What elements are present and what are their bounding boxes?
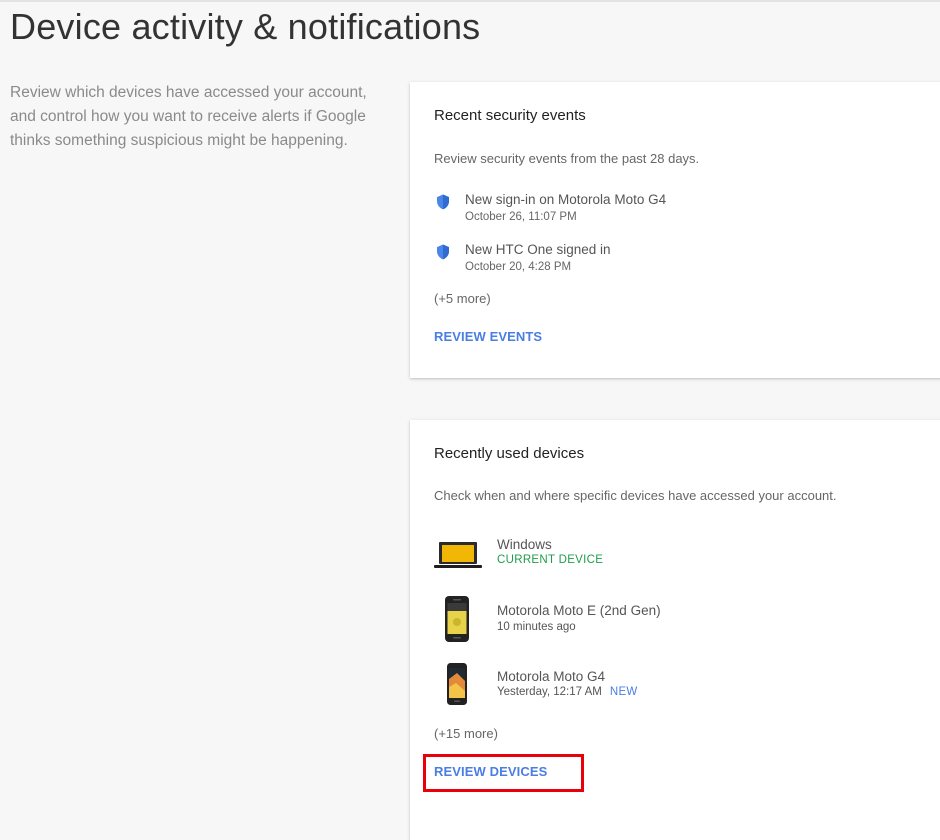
page-title: Device activity & notifications xyxy=(10,6,481,47)
security-card-description: Review security events from the past 28 … xyxy=(434,151,700,166)
highlight-box xyxy=(423,754,584,792)
current-device-badge: CURRENT DEVICE xyxy=(497,554,604,566)
security-card-title: Recent security events xyxy=(434,107,586,124)
top-divider xyxy=(0,0,940,2)
event-title: New sign-in on Motorola Moto G4 xyxy=(465,192,667,207)
security-event-item[interactable]: New HTC One signed in October 20, 4:28 P… xyxy=(434,242,834,278)
phone-icon xyxy=(447,663,467,705)
phone-icon xyxy=(445,596,469,642)
security-events-card: Recent security events Review security e… xyxy=(410,82,940,378)
devices-card-description: Check when and where specific devices ha… xyxy=(434,488,837,503)
device-last-used-time: Yesterday, 12:17 AM xyxy=(497,686,602,698)
device-name: Windows xyxy=(497,537,552,552)
device-item-moto-g4[interactable]: Motorola Moto G4 Yesterday, 12:17 AM NEW xyxy=(434,662,934,712)
security-event-item[interactable]: New sign-in on Motorola Moto G4 October … xyxy=(434,192,834,228)
device-item-windows[interactable]: Windows CURRENT DEVICE xyxy=(434,536,934,586)
page-intro: Review which devices have accessed your … xyxy=(10,84,367,149)
devices-card-title: Recently used devices xyxy=(434,445,585,462)
device-name: Motorola Moto E (2nd Gen) xyxy=(497,603,661,618)
review-events-button[interactable]: REVIEW EVENTS xyxy=(434,329,542,344)
shield-icon xyxy=(437,244,449,260)
device-name: Motorola Moto G4 xyxy=(497,669,606,684)
laptop-icon xyxy=(434,542,482,568)
more-devices-count: (+15 more) xyxy=(434,726,498,741)
device-last-used: 10 minutes ago xyxy=(497,621,576,633)
new-device-badge: NEW xyxy=(609,686,638,698)
device-item-moto-e[interactable]: Motorola Moto E (2nd Gen) 10 minutes ago xyxy=(434,594,934,644)
device-status: CURRENT DEVICE xyxy=(497,554,603,566)
event-time: October 26, 11:07 PM xyxy=(465,211,577,223)
device-last-used: Yesterday, 12:17 AM NEW xyxy=(497,686,638,698)
shield-icon xyxy=(437,194,449,210)
more-events-count: (+5 more) xyxy=(434,291,491,306)
event-title: New HTC One signed in xyxy=(465,242,611,257)
event-time: October 20, 4:28 PM xyxy=(465,261,572,273)
